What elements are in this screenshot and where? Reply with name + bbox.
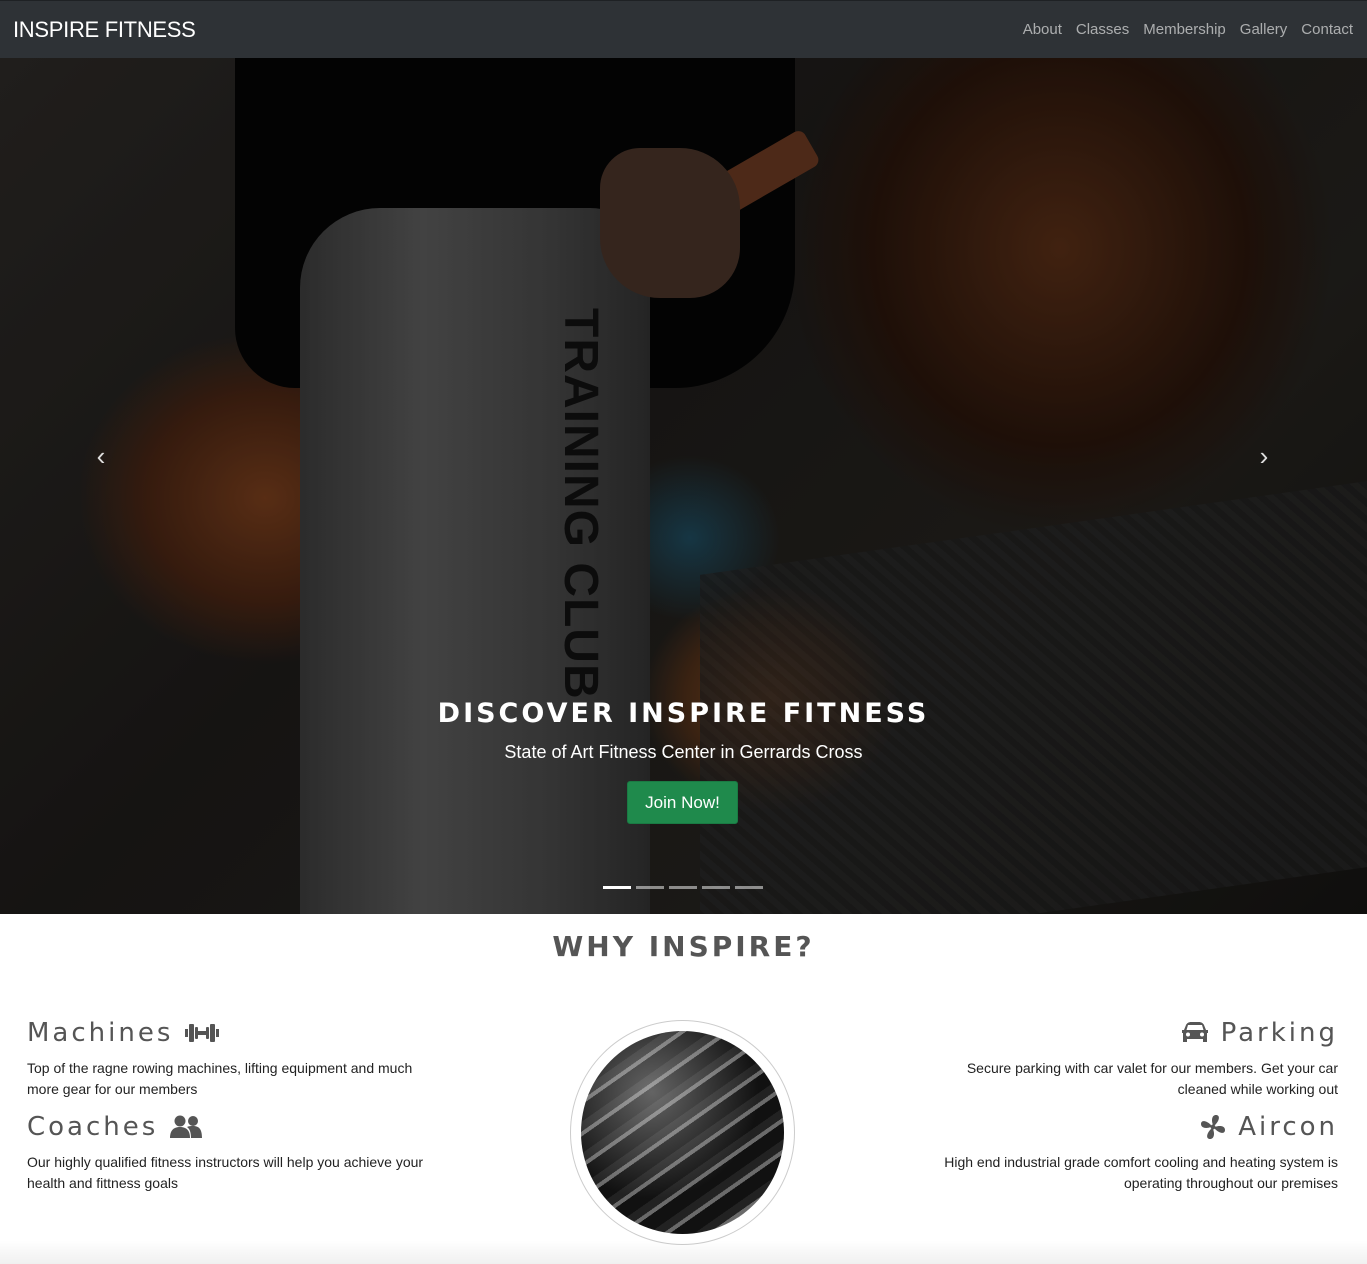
feature-coaches: Coaches Our highly qualified fitness ins… bbox=[27, 1112, 442, 1194]
carousel-indicator-2[interactable] bbox=[636, 886, 664, 889]
feature-aircon-heading: Aircon bbox=[923, 1112, 1338, 1142]
nav-link-membership[interactable]: Membership bbox=[1143, 21, 1226, 38]
carousel-indicator-3[interactable] bbox=[669, 886, 697, 889]
feature-aircon: Aircon High end industrial grade comfort… bbox=[923, 1112, 1338, 1194]
nav-links: About Classes Membership Gallery Contact bbox=[1023, 21, 1353, 38]
dumbbell-rack-photo bbox=[581, 1031, 784, 1234]
feature-parking-title: Parking bbox=[1220, 1018, 1338, 1048]
carousel-prev-button[interactable]: ‹ bbox=[91, 443, 111, 469]
nav-link-contact[interactable]: Contact bbox=[1301, 21, 1353, 38]
dumbbell-icon bbox=[185, 1020, 220, 1046]
carousel-indicator-4[interactable] bbox=[702, 886, 730, 889]
feature-machines-heading: Machines bbox=[27, 1018, 442, 1048]
carousel-indicators bbox=[603, 886, 763, 889]
why-inspire-title: WHY INSPIRE? bbox=[552, 930, 815, 963]
nav-link-classes[interactable]: Classes bbox=[1076, 21, 1129, 38]
navbar: INSPIRE FITNESS About Classes Membership… bbox=[0, 0, 1367, 58]
feature-aircon-title: Aircon bbox=[1238, 1112, 1338, 1142]
hero-subtitle: State of Art Fitness Center in Gerrards … bbox=[504, 742, 863, 762]
nav-link-about[interactable]: About bbox=[1023, 21, 1062, 38]
chevron-right-icon: › bbox=[1259, 441, 1269, 471]
car-icon bbox=[1181, 1022, 1209, 1044]
feature-coaches-title: Coaches bbox=[27, 1112, 159, 1142]
hero-carousel: TRAINING CLUB ‹ › DISCOVER INSPIRE FITNE… bbox=[0, 58, 1367, 914]
fan-icon bbox=[1200, 1114, 1226, 1140]
join-now-button[interactable]: Join Now! bbox=[627, 781, 738, 824]
feature-coaches-heading: Coaches bbox=[27, 1112, 442, 1142]
feature-coaches-text: Our highly qualified fitness instructors… bbox=[27, 1154, 424, 1191]
feature-machines: Machines Top of the ragne rowing machine… bbox=[27, 1018, 442, 1100]
nav-link-gallery[interactable]: Gallery bbox=[1240, 21, 1288, 38]
feature-machines-title: Machines bbox=[27, 1018, 174, 1048]
carousel-indicator-1[interactable] bbox=[603, 886, 631, 889]
section-bottom-shadow bbox=[0, 1240, 1367, 1264]
feature-aircon-text: High end industrial grade comfort coolin… bbox=[944, 1154, 1338, 1191]
chevron-left-icon: ‹ bbox=[96, 441, 106, 471]
feature-parking-text: Secure parking with car valet for our me… bbox=[966, 1060, 1338, 1097]
carousel-next-button[interactable]: › bbox=[1254, 443, 1274, 469]
brand-logo[interactable]: INSPIRE FITNESS bbox=[13, 17, 196, 43]
feature-machines-text: Top of the ragne rowing machines, liftin… bbox=[27, 1060, 413, 1097]
feature-parking-heading: Parking bbox=[923, 1018, 1338, 1048]
users-icon bbox=[170, 1115, 203, 1139]
hero-title: DISCOVER INSPIRE FITNESS bbox=[437, 698, 930, 729]
dumbbell-rack-image bbox=[570, 1020, 795, 1245]
carousel-indicator-5[interactable] bbox=[735, 886, 763, 889]
feature-parking: Parking Secure parking with car valet fo… bbox=[923, 1018, 1338, 1100]
